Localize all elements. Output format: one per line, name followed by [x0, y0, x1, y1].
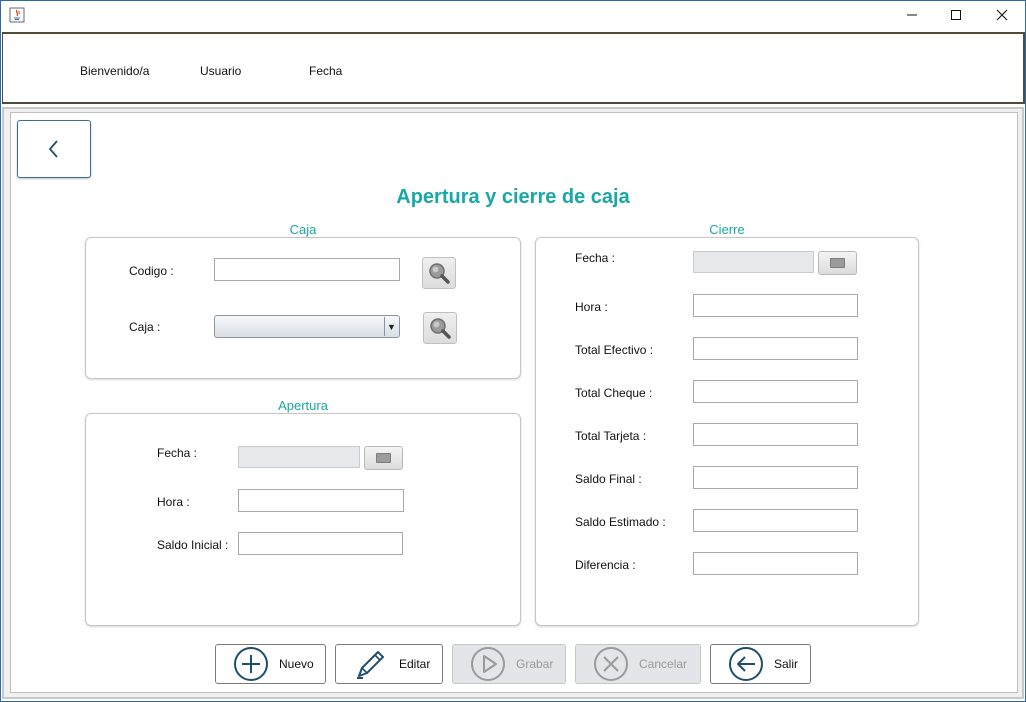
- date-label: Fecha: [309, 64, 343, 78]
- codigo-label: Codigo :: [129, 264, 174, 278]
- cierre-group-title: Cierre: [709, 222, 745, 237]
- total-tarjeta-input[interactable]: [693, 423, 858, 446]
- play-circle-icon: [471, 647, 505, 681]
- chevron-left-icon: [48, 140, 58, 158]
- cierre-hora-label: Hora :: [575, 300, 608, 314]
- plus-circle-icon: [234, 647, 268, 681]
- apertura-hora-label: Hora :: [157, 495, 190, 509]
- calendar-icon: [376, 453, 391, 463]
- apertura-group-title: Apertura: [278, 398, 328, 413]
- nuevo-button[interactable]: Nuevo: [215, 644, 326, 684]
- apertura-group: [85, 413, 521, 626]
- arrow-left-circle-icon: [729, 647, 763, 681]
- cancelar-label: Cancelar: [639, 657, 688, 671]
- apertura-fecha-label: Fecha :: [157, 446, 198, 460]
- apertura-calendar-button[interactable]: [364, 446, 403, 470]
- codigo-input[interactable]: [214, 258, 400, 281]
- java-app-icon: [9, 7, 25, 23]
- codigo-search-button[interactable]: [422, 257, 456, 289]
- cierre-calendar-button[interactable]: [818, 251, 857, 275]
- salir-label: Salir: [774, 657, 799, 671]
- caja-select[interactable]: ▼: [214, 315, 400, 338]
- calendar-icon: [830, 258, 845, 268]
- magnifier-icon: [430, 318, 451, 339]
- total-efectivo-input[interactable]: [693, 337, 858, 360]
- total-cheque-label: Total Cheque :: [575, 386, 653, 400]
- title-bar: [1, 1, 1025, 30]
- grabar-label: Grabar: [516, 657, 554, 671]
- close-icon: [996, 9, 1008, 21]
- maximize-icon: [951, 10, 961, 20]
- cierre-hora-input[interactable]: [693, 294, 858, 317]
- apertura-fecha-input: [238, 446, 360, 468]
- welcome-label: Bienvenido/a: [80, 64, 150, 78]
- maximize-button[interactable]: [933, 1, 979, 29]
- caja-search-button[interactable]: [423, 312, 457, 344]
- total-efectivo-label: Total Efectivo :: [575, 343, 654, 357]
- pencil-icon: [357, 651, 384, 679]
- close-button[interactable]: [979, 1, 1025, 29]
- header-panel: [2, 32, 1025, 104]
- page-title: Apertura y cierre de caja: [396, 186, 630, 208]
- cancel-circle-icon: [594, 647, 628, 681]
- saldo-estimado-input[interactable]: [693, 509, 858, 532]
- diferencia-label: Diferencia :: [575, 558, 636, 572]
- saldo-estimado-label: Saldo Estimado :: [575, 515, 666, 529]
- diferencia-input[interactable]: [693, 552, 858, 575]
- magnifier-icon: [429, 263, 450, 284]
- cancelar-button[interactable]: Cancelar: [575, 644, 701, 684]
- minimize-button[interactable]: [889, 1, 935, 29]
- total-tarjeta-label: Total Tarjeta :: [575, 429, 647, 443]
- saldo-final-input[interactable]: [693, 466, 858, 489]
- saldo-inicial-input[interactable]: [238, 532, 403, 555]
- back-button[interactable]: [17, 120, 91, 178]
- saldo-final-label: Saldo Final :: [575, 472, 642, 486]
- caja-label: Caja :: [129, 320, 161, 334]
- minimize-icon: [907, 14, 917, 16]
- dropdown-arrow-icon: ▼: [384, 317, 398, 336]
- salir-button[interactable]: Salir: [710, 644, 811, 684]
- editar-label: Editar: [399, 657, 431, 671]
- grabar-button[interactable]: Grabar: [452, 644, 566, 684]
- cierre-fecha-label: Fecha :: [575, 251, 616, 265]
- nuevo-label: Nuevo: [279, 657, 314, 671]
- user-label: Usuario: [200, 64, 242, 78]
- saldo-inicial-label: Saldo Inicial :: [157, 538, 229, 552]
- total-cheque-input[interactable]: [693, 380, 858, 403]
- caja-group-title: Caja: [289, 222, 317, 237]
- editar-button[interactable]: Editar: [335, 644, 443, 684]
- apertura-hora-input[interactable]: [238, 489, 404, 512]
- cierre-fecha-input: [693, 251, 814, 273]
